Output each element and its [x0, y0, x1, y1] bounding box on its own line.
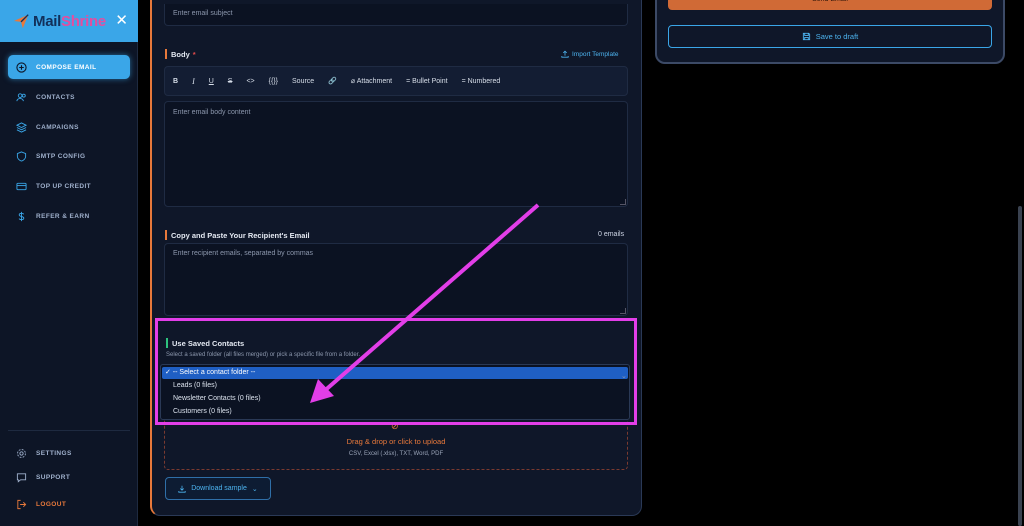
import-template-link[interactable]: Import Template: [561, 50, 618, 58]
email-count: 0 emails: [598, 231, 625, 238]
users-icon: [16, 92, 26, 101]
download-sample-button[interactable]: Download sample ⌄: [165, 477, 271, 500]
sidebar-item-logout[interactable]: LOGOUT: [8, 492, 130, 516]
sidebar-item-label: CONTACTS: [36, 93, 75, 101]
subject-input[interactable]: Enter email subject: [164, 4, 628, 26]
source-button[interactable]: Source: [292, 78, 314, 85]
bullet-point-button[interactable]: = Bullet Point: [406, 78, 447, 85]
sidebar-item-compose-email[interactable]: COMPOSE EMAIL: [8, 55, 130, 79]
sidebar-item-label: REFER & EARN: [36, 212, 90, 220]
page-scrollbar[interactable]: [1018, 206, 1022, 526]
attachment-button[interactable]: ⌀ Attachment: [351, 77, 392, 85]
dollar-icon: [18, 211, 25, 221]
sidebar-item-label: SUPPORT: [36, 473, 71, 481]
link-icon[interactable]: 🔗: [328, 77, 337, 85]
credit-card-icon: [16, 182, 27, 190]
plus-circle-icon: [16, 61, 27, 73]
sidebar-item-top-up-credit[interactable]: TOP UP CREDIT: [8, 174, 130, 198]
required-mark: *: [192, 50, 196, 59]
recipients-input[interactable]: Enter recipient emails, separated by com…: [164, 243, 628, 316]
sidebar-item-settings[interactable]: SETTINGS: [8, 441, 130, 465]
sidebar-item-campaigns[interactable]: CAMPAIGNS: [8, 115, 130, 139]
message-icon: [16, 472, 27, 483]
save-icon: [802, 32, 810, 41]
body-label: Body *: [165, 49, 196, 59]
sidebar-item-label: LOGOUT: [36, 500, 67, 508]
close-sidebar-icon[interactable]: ✕: [115, 11, 128, 29]
chevron-down-icon: ⌄: [251, 485, 258, 493]
send-email-button[interactable]: Send Email: [668, 0, 992, 10]
dropzone-formats: CSV, Excel (.xlsx), TXT, Word, PDF: [348, 451, 444, 457]
sidebar-divider: [8, 430, 130, 431]
sidebar-item-label: SETTINGS: [36, 449, 72, 457]
sidebar-item-label: COMPOSE EMAIL: [36, 63, 97, 71]
variable-button[interactable]: {{}}: [269, 78, 278, 85]
sidebar-item-contacts[interactable]: CONTACTS: [8, 85, 130, 109]
sidebar: MailShrine ✕ COMPOSE EMAIL CONTACTS CAMP…: [0, 0, 138, 526]
numbered-list-button[interactable]: = Numbered: [462, 78, 501, 85]
underline-button[interactable]: U: [209, 78, 214, 85]
code-button[interactable]: <>: [246, 78, 254, 85]
recipients-label: Copy and Paste Your Recipient's Email: [165, 230, 310, 240]
upload-icon: [561, 50, 569, 58]
brand-header: MailShrine ✕: [0, 0, 138, 42]
logout-icon: [17, 499, 27, 509]
body-editor[interactable]: Enter email body content: [164, 101, 628, 207]
dropzone-title: Drag & drop or click to upload: [346, 437, 446, 446]
annotation-highlight-box: [155, 318, 637, 425]
sidebar-item-support[interactable]: SUPPORT: [8, 465, 130, 489]
download-icon: [178, 485, 186, 493]
editor-toolbar: B I U S <> {{}} Source 🔗 ⌀ Attachment = …: [164, 66, 628, 96]
sidebar-item-label: TOP UP CREDIT: [36, 182, 92, 190]
gear-icon: [17, 448, 26, 458]
layers-icon: [16, 121, 27, 133]
resize-handle[interactable]: [620, 199, 626, 205]
sidebar-item-refer-earn[interactable]: REFER & EARN: [8, 204, 130, 228]
resize-handle[interactable]: [620, 308, 626, 314]
save-draft-button[interactable]: Save to draft: [668, 25, 992, 48]
brand-name: MailShrine: [33, 12, 106, 30]
shield-icon: [16, 150, 27, 162]
logo-icon: [13, 14, 29, 29]
bold-button[interactable]: B: [173, 78, 178, 85]
sidebar-item-label: SMTP CONFIG: [36, 152, 86, 160]
italic-button[interactable]: I: [192, 77, 195, 86]
sidebar-item-label: CAMPAIGNS: [36, 123, 79, 131]
sidebar-item-smtp-config[interactable]: SMTP CONFIG: [8, 144, 130, 168]
strikethrough-button[interactable]: S: [228, 78, 233, 85]
